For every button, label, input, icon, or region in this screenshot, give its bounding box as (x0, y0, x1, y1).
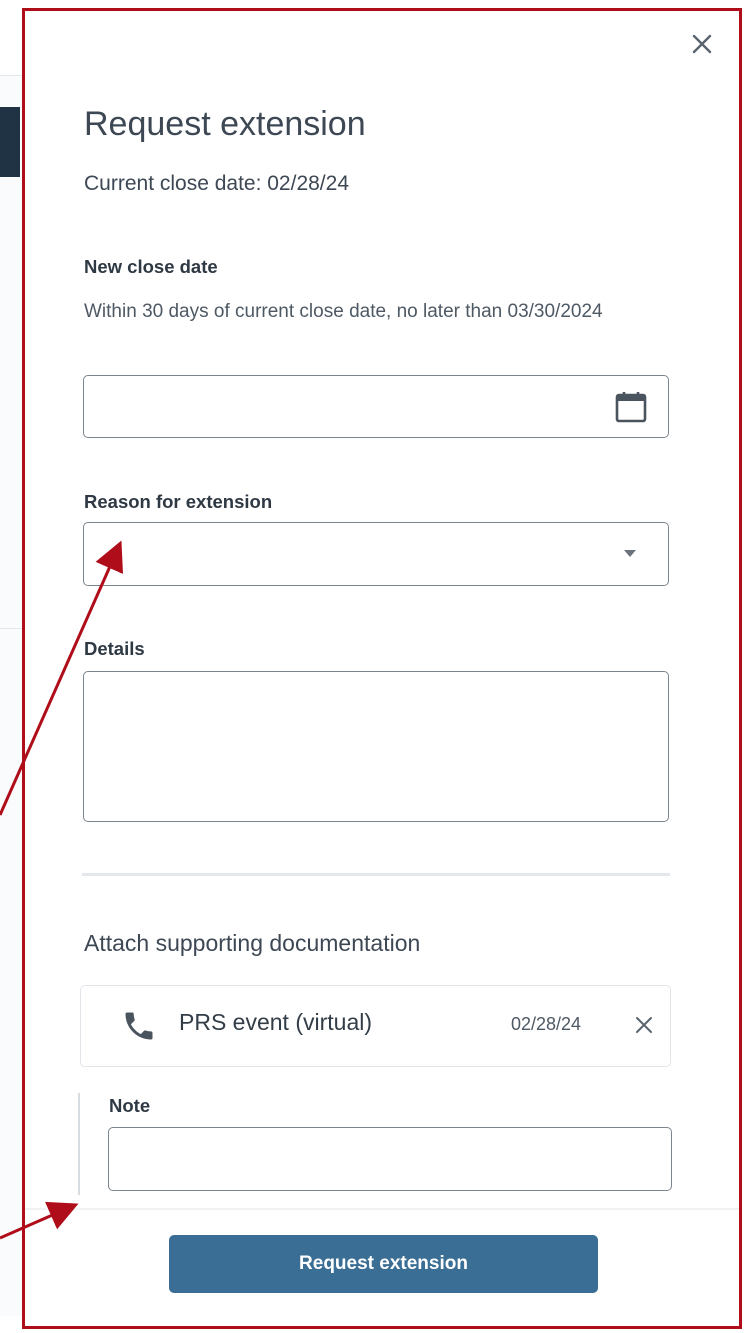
details-label: Details (84, 638, 145, 659)
remove-attachment-button[interactable] (629, 1010, 659, 1040)
calendar-icon[interactable] (614, 390, 648, 424)
drawer-title: Request extension (84, 105, 366, 143)
new-close-date-input[interactable] (83, 375, 669, 438)
chevron-down-icon (624, 550, 636, 557)
footer-divider (25, 1208, 739, 1210)
note-indent-bar (78, 1093, 80, 1195)
current-close-date: Current close date: 02/28/24 (84, 172, 350, 195)
attachment-date: 02/28/24 (511, 1014, 582, 1034)
attachments-section-title: Attach supporting documentation (84, 930, 421, 956)
new-close-date-label: New close date (84, 256, 218, 277)
attachment-item[interactable]: PRS event (virtual) 02/28/24 (80, 985, 671, 1067)
reason-label: Reason for extension (84, 491, 273, 512)
background-header-bar (0, 107, 20, 177)
note-input[interactable] (108, 1127, 672, 1191)
close-icon (692, 34, 712, 54)
phone-icon (125, 1012, 153, 1040)
note-label: Note (109, 1095, 151, 1116)
details-textarea[interactable] (83, 671, 669, 822)
new-close-date-hint: Within 30 days of current close date, no… (84, 301, 603, 322)
attachment-name: PRS event (virtual) (179, 1009, 373, 1035)
section-divider (82, 873, 670, 876)
reason-select[interactable] (83, 522, 669, 586)
close-drawer-button[interactable] (686, 28, 718, 60)
request-extension-button[interactable]: Request extension (169, 1235, 598, 1293)
close-icon (636, 1017, 652, 1033)
